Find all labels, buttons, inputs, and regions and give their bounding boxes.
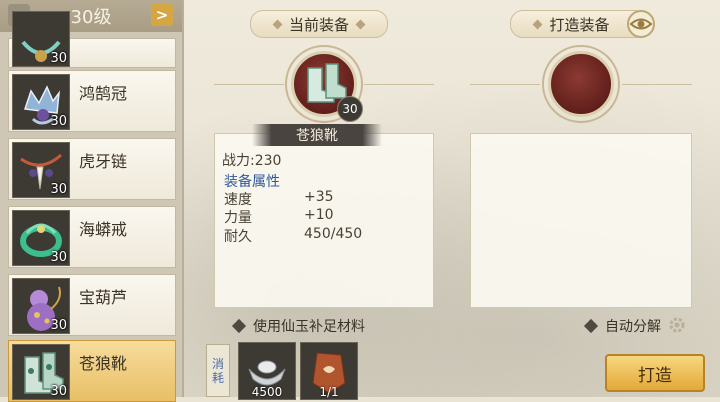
divider (622, 84, 692, 85)
forge-button[interactable]: 打造 (605, 354, 705, 392)
ring-icon: 30 (12, 210, 70, 266)
diamond-icon (355, 19, 366, 29)
current-item-level: 30 (337, 96, 363, 122)
divider (470, 84, 540, 85)
equipment-list-panel: < 30级 > 30 30 (0, 0, 184, 402)
gear-icon[interactable] (668, 316, 686, 334)
attr-header: 装备属性 (224, 174, 280, 190)
attr-name: 耐久 (224, 229, 252, 245)
item-name: 海蟒戒 (79, 220, 128, 239)
list-item-selected[interactable]: 30 苍狼靴 (8, 340, 176, 402)
diamond-icon (533, 19, 543, 29)
eye-icon[interactable] (627, 10, 655, 38)
attr-value: +10 (304, 207, 334, 223)
leather-material-slot[interactable]: 1/1 (300, 342, 358, 400)
power-label: 战力:230 (222, 153, 282, 169)
chevron-right-icon: > (155, 6, 169, 24)
tooth-chain-icon: 30 (12, 142, 70, 198)
current-equipment-title: 当前装备 (250, 10, 388, 38)
list-item[interactable]: 30 宝葫芦 (8, 274, 176, 336)
forge-stats-panel (470, 133, 692, 308)
item-name: 苍狼靴 (79, 354, 128, 373)
list-item[interactable]: 30 虎牙链 (8, 138, 176, 200)
checkbox-diamond-icon (583, 318, 599, 334)
attr-value: 450/450 (304, 226, 363, 242)
item-name: 虎牙链 (79, 152, 128, 171)
level-title: 30级 (70, 7, 112, 28)
attr-name: 速度 (224, 192, 252, 208)
forge-item-slot[interactable] (548, 51, 614, 117)
item-name: 宝葫芦 (79, 288, 128, 307)
gourd-icon: 30 (12, 278, 70, 334)
use-jade-option[interactable]: 使用仙玉补足材料 (231, 316, 365, 336)
list-item[interactable]: 30 鸿鹄冠 (8, 70, 176, 132)
attr-value: +35 (304, 189, 334, 205)
boots-icon: 30 (12, 344, 70, 400)
diamond-icon (272, 19, 283, 29)
silver-ingot-slot[interactable]: 4500 (238, 342, 296, 400)
crown-icon: 30 (12, 74, 70, 130)
auto-decompose-option[interactable]: 自动分解 (583, 316, 661, 336)
checkbox-diamond-icon (231, 318, 247, 334)
necklace-icon: 30 (12, 11, 70, 67)
item-name: 鸿鹄冠 (79, 84, 128, 103)
attr-name: 力量 (224, 210, 252, 226)
list-item[interactable]: 30 海蟒戒 (8, 206, 176, 268)
next-level-button[interactable]: > (151, 4, 173, 26)
list-item[interactable]: 30 (8, 11, 176, 68)
consume-label: 消耗 (206, 344, 230, 397)
divider (364, 84, 434, 85)
divider (214, 84, 284, 85)
current-item-name: 苍狼靴 (252, 124, 382, 146)
